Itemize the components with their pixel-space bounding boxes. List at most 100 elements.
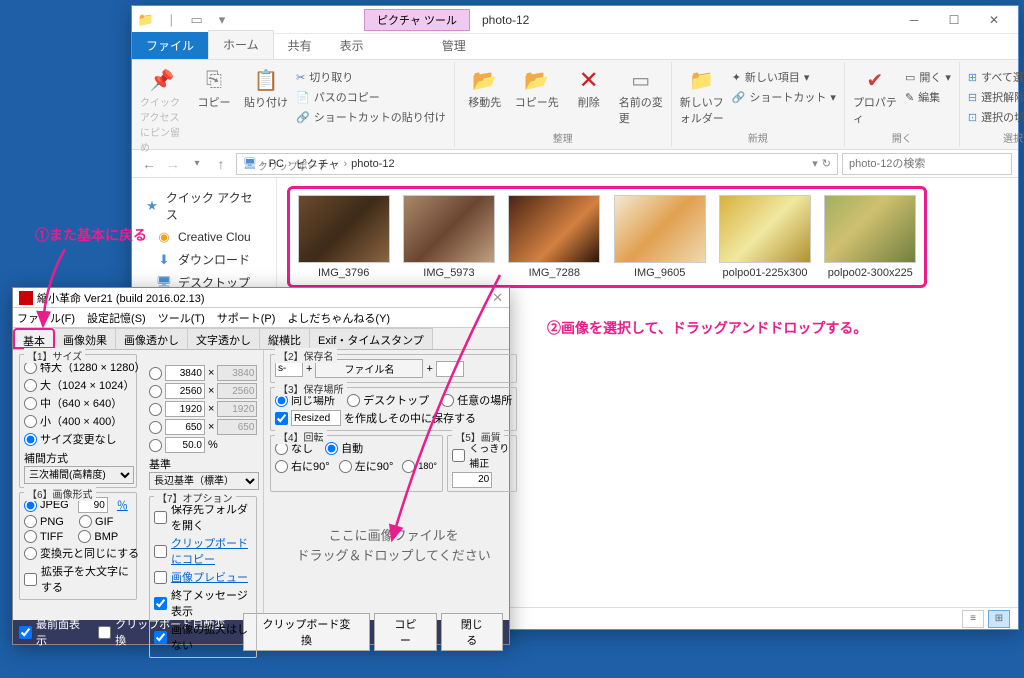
tab-view[interactable]: 表示	[326, 32, 378, 59]
close-button[interactable]: 閉じる	[441, 613, 503, 651]
breadcrumb[interactable]: 🖥 › PC › ピクチャ › photo-12 ▾ ↻	[236, 153, 838, 175]
cut-button[interactable]: ✂切り取り	[294, 68, 448, 86]
invert-button[interactable]: ⊡選択の切り替え	[966, 108, 1024, 126]
paste-button[interactable]: 📋貼り付け	[242, 64, 290, 156]
format-bmp-radio[interactable]	[78, 530, 91, 543]
percent-input[interactable]	[165, 437, 205, 453]
pin-button[interactable]: 📌クイック アクセスにピン留め	[138, 64, 186, 156]
custom-size-radio[interactable]	[149, 385, 162, 398]
topmost-checkbox[interactable]: 最前面表示	[19, 616, 90, 648]
format-png-radio[interactable]	[24, 515, 37, 528]
menu-support[interactable]: サポート(P)	[217, 310, 276, 326]
crumb-folder[interactable]: photo-12	[351, 158, 394, 170]
size-l-radio[interactable]	[24, 379, 37, 392]
crumb-pc[interactable]: PC	[269, 158, 284, 170]
tab-watermark-img[interactable]: 画像透かし	[116, 328, 188, 349]
clipboard-convert-button[interactable]: クリップボード変換	[243, 613, 370, 651]
rotate-auto-radio[interactable]	[325, 442, 338, 455]
copyto-button[interactable]: 📂コピー先	[513, 64, 561, 128]
pasteshortcut-button[interactable]: 🔗ショートカットの貼り付け	[294, 108, 448, 126]
menu-settings[interactable]: 設定記憶(S)	[87, 310, 146, 326]
menu-channel[interactable]: よしだちゃんねる(Y)	[287, 310, 390, 326]
file-item[interactable]: polpo02-300x225	[823, 195, 918, 279]
forward-button[interactable]: →	[162, 153, 184, 175]
height-input[interactable]	[217, 419, 257, 435]
rotate-180-radio[interactable]	[402, 460, 415, 473]
subfolder-checkbox[interactable]	[275, 412, 288, 425]
close-button[interactable]: ✕	[974, 8, 1014, 32]
size-m-radio[interactable]	[24, 397, 37, 410]
clipboard-link[interactable]: クリップボードにコピー	[171, 535, 252, 567]
moveto-button[interactable]: 📂移動先	[461, 64, 509, 128]
suffix-input[interactable]	[436, 361, 464, 377]
height-input[interactable]	[217, 365, 257, 381]
dropdown-icon[interactable]: ▾	[812, 157, 818, 170]
tab-file[interactable]: ファイル	[132, 32, 208, 59]
sidebar-item[interactable]: ⬇ダウンロード	[136, 248, 272, 271]
format-same-radio[interactable]	[24, 547, 37, 560]
copypath-button[interactable]: 📄パスのコピー	[294, 88, 448, 106]
endmsg-checkbox[interactable]	[154, 597, 167, 610]
copy-button[interactable]: コピー	[374, 613, 436, 651]
tab-exif[interactable]: Exif・タイムスタンプ	[310, 328, 433, 349]
height-input[interactable]	[217, 383, 257, 399]
tab-effect[interactable]: 画像効果	[55, 328, 116, 349]
newitem-button[interactable]: ✦新しい項目▾	[730, 68, 838, 86]
tab-home[interactable]: ホーム	[208, 30, 274, 59]
selectnone-button[interactable]: ⊟選択解除	[966, 88, 1024, 106]
copy-button[interactable]: ⎘コピー	[190, 64, 238, 156]
preview-link[interactable]: 画像プレビュー	[171, 569, 248, 585]
percent-link[interactable]: ％	[117, 497, 128, 513]
preview-checkbox[interactable]	[154, 571, 167, 584]
subfolder-input[interactable]	[291, 410, 341, 426]
file-item[interactable]: IMG_9605	[612, 195, 707, 279]
menu-file[interactable]: ファイル(F)	[17, 310, 75, 326]
width-input[interactable]	[165, 419, 205, 435]
file-item[interactable]: IMG_3796	[296, 195, 391, 279]
uppercase-ext-checkbox[interactable]	[24, 573, 37, 586]
minimize-button[interactable]: ─	[894, 8, 934, 32]
loc-any-radio[interactable]	[441, 394, 454, 407]
base-select[interactable]: 長辺基準（標準）	[149, 472, 259, 490]
up-button[interactable]: ↑	[210, 153, 232, 175]
width-input[interactable]	[165, 383, 205, 399]
qat-dropdown-icon[interactable]: ▾	[212, 10, 232, 30]
properties-button[interactable]: ✔プロパティ	[851, 64, 899, 128]
sidebar-item[interactable]: ◉Creative Clou	[136, 226, 272, 248]
edit-button[interactable]: ✎編集	[903, 88, 953, 106]
size-s-radio[interactable]	[24, 415, 37, 428]
tab-manage[interactable]: 管理	[428, 32, 480, 59]
newfolder-button[interactable]: 📁新しいフォルダー	[678, 64, 726, 128]
qat-item-icon[interactable]: ▭	[187, 10, 207, 30]
maximize-button[interactable]: ☐	[934, 8, 974, 32]
open-dest-checkbox[interactable]	[154, 511, 167, 524]
tab-basic[interactable]: 基本	[13, 328, 55, 349]
file-item[interactable]: polpo01-225x300	[717, 195, 812, 279]
height-input[interactable]	[217, 401, 257, 417]
size-none-radio[interactable]	[24, 433, 37, 446]
format-tiff-radio[interactable]	[24, 530, 37, 543]
search-input[interactable]	[842, 153, 1012, 175]
newshortcut-button[interactable]: 🔗ショートカット▾	[730, 88, 838, 106]
custom-size-radio[interactable]	[149, 403, 162, 416]
clipboard-checkbox[interactable]	[154, 545, 167, 558]
loc-desktop-radio[interactable]	[347, 394, 360, 407]
tab-watermark-text[interactable]: 文字透かし	[188, 328, 260, 349]
tab-share[interactable]: 共有	[274, 32, 326, 59]
delete-button[interactable]: ✕削除	[565, 64, 613, 128]
details-view-button[interactable]: ≡	[962, 610, 984, 628]
history-dropdown[interactable]: ▾	[186, 153, 208, 175]
custom-size-radio[interactable]	[149, 367, 162, 380]
custom-size-radio[interactable]	[149, 421, 162, 434]
file-item[interactable]: IMG_7288	[507, 195, 602, 279]
drop-area[interactable]: ここに画像ファイルを ドラッグ＆ドロップしてください	[270, 496, 517, 598]
tab-aspect[interactable]: 縦横比	[260, 328, 310, 349]
refresh-icon[interactable]: ↻	[822, 157, 831, 170]
sharpen-checkbox[interactable]	[452, 449, 465, 462]
open-button[interactable]: ▭開く▾	[903, 68, 953, 86]
selectall-button[interactable]: ⊞すべて選択	[966, 68, 1024, 86]
format-gif-radio[interactable]	[79, 515, 92, 528]
crumb-pictures[interactable]: ピクチャ	[296, 156, 340, 172]
noenlarge-checkbox[interactable]	[154, 631, 167, 644]
interpolation-select[interactable]: 三次補間(高精度)	[24, 466, 134, 484]
